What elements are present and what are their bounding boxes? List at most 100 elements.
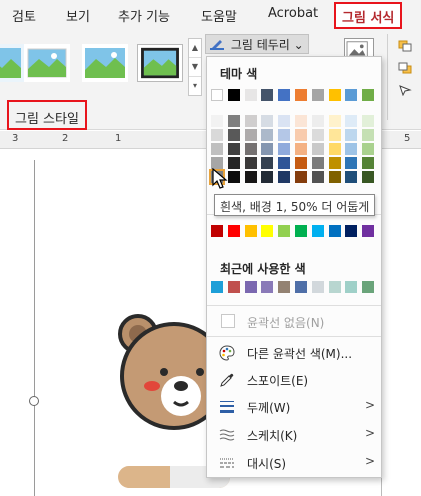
theme-shade-swatch[interactable] (261, 129, 274, 141)
theme-shade-swatch[interactable] (227, 129, 240, 141)
recent-color-swatch[interactable] (345, 281, 358, 293)
style-gallery-scroll[interactable]: ▲ ▼ ▾ (188, 38, 202, 96)
standard-color-swatch[interactable] (362, 225, 375, 237)
theme-shade-swatch[interactable] (362, 157, 375, 169)
theme-color-swatch[interactable] (362, 89, 375, 101)
eyedropper-item[interactable]: 스포이트(E) (207, 368, 381, 392)
standard-color-swatch[interactable] (211, 225, 223, 237)
theme-color-swatch[interactable] (211, 89, 223, 101)
picture-style-thumb-4[interactable] (137, 44, 183, 82)
theme-shade-swatch[interactable] (227, 115, 240, 127)
theme-shade-swatch[interactable] (211, 115, 223, 127)
picture-style-thumb-2[interactable] (24, 44, 70, 82)
theme-shade-swatch[interactable] (362, 129, 375, 141)
theme-shade-swatch[interactable] (261, 115, 274, 127)
theme-shade-swatch[interactable] (345, 115, 358, 127)
recent-color-swatch[interactable] (244, 281, 257, 293)
theme-shade-swatch[interactable] (345, 129, 358, 141)
picture-style-thumb-1[interactable] (0, 44, 24, 82)
theme-shade-swatch[interactable] (261, 157, 274, 169)
theme-shade-swatch[interactable] (278, 143, 291, 155)
picture-border-button[interactable]: 그림 테두리 ⌄ (205, 34, 309, 54)
arrange-back-icon[interactable] (398, 62, 412, 74)
theme-color-swatch[interactable] (261, 89, 274, 101)
theme-color-swatch[interactable] (311, 89, 324, 101)
theme-shade-swatch[interactable] (295, 115, 307, 127)
theme-shade-swatch[interactable] (295, 157, 307, 169)
theme-shade-swatch[interactable] (328, 115, 341, 127)
theme-shade-swatch[interactable] (311, 115, 324, 127)
recent-color-swatch[interactable] (311, 281, 324, 293)
tab-view[interactable]: 보기 (66, 6, 90, 25)
tab-acrobat[interactable]: Acrobat (268, 6, 318, 21)
theme-color-swatch[interactable] (278, 89, 291, 101)
recent-color-swatch[interactable] (278, 281, 291, 293)
gallery-more-icon[interactable]: ▾ (189, 77, 201, 96)
theme-shade-swatch[interactable] (362, 143, 375, 155)
standard-color-swatch[interactable] (345, 225, 358, 237)
theme-shade-swatch[interactable] (211, 129, 223, 141)
theme-shade-swatch[interactable] (311, 171, 324, 183)
theme-shade-swatch[interactable] (244, 157, 257, 169)
theme-shade-swatch[interactable] (278, 129, 291, 141)
theme-shade-swatch[interactable] (295, 143, 307, 155)
theme-color-swatch[interactable] (244, 89, 257, 101)
gallery-up-icon[interactable]: ▲ (189, 39, 201, 58)
theme-shade-swatch[interactable] (261, 171, 274, 183)
gallery-down-icon[interactable]: ▼ (189, 58, 201, 77)
theme-shade-swatch[interactable] (311, 143, 324, 155)
no-outline-item[interactable]: 윤곽선 없음(N) (207, 310, 381, 334)
theme-shade-swatch[interactable] (328, 143, 341, 155)
standard-color-swatch[interactable] (328, 225, 341, 237)
theme-shade-swatch[interactable] (244, 171, 257, 183)
recent-color-swatch[interactable] (261, 281, 274, 293)
dashes-item[interactable]: 대시(S) > (207, 451, 381, 475)
theme-color-swatch[interactable] (295, 89, 307, 101)
tab-help[interactable]: 도움말 (201, 6, 237, 25)
theme-shade-swatch[interactable] (278, 171, 291, 183)
theme-shade-swatch[interactable] (211, 143, 223, 155)
theme-shade-swatch[interactable] (311, 129, 324, 141)
theme-color-swatch[interactable] (345, 89, 358, 101)
more-outline-colors-item[interactable]: 다른 윤곽선 색(M)... (207, 341, 381, 365)
sketched-item[interactable]: 스케치(K) > (207, 423, 381, 447)
theme-shade-swatch[interactable] (345, 157, 358, 169)
resize-handle[interactable] (29, 396, 39, 406)
standard-color-swatch[interactable] (295, 225, 307, 237)
theme-shade-swatch[interactable] (295, 171, 307, 183)
theme-shade-swatch[interactable] (227, 157, 240, 169)
tab-picture-format[interactable]: 그림 서식 (334, 2, 403, 29)
theme-shade-swatch[interactable] (328, 171, 341, 183)
theme-shade-swatch[interactable] (328, 129, 341, 141)
recent-color-swatch[interactable] (362, 281, 375, 293)
picture-style-thumb-3[interactable] (82, 44, 128, 82)
theme-shade-swatch[interactable] (345, 171, 358, 183)
standard-color-swatch[interactable] (278, 225, 291, 237)
arrange-front-icon[interactable] (398, 40, 412, 52)
standard-color-swatch[interactable] (261, 225, 274, 237)
theme-shade-swatch[interactable] (345, 143, 358, 155)
theme-shade-swatch[interactable] (362, 115, 375, 127)
recent-color-swatch[interactable] (295, 281, 307, 293)
theme-shade-swatch[interactable] (244, 115, 257, 127)
theme-shade-swatch[interactable] (362, 171, 375, 183)
standard-color-swatch[interactable] (227, 225, 240, 237)
recent-color-swatch[interactable] (227, 281, 240, 293)
standard-color-swatch[interactable] (311, 225, 324, 237)
theme-shade-swatch[interactable] (278, 157, 291, 169)
theme-shade-swatch[interactable] (328, 157, 341, 169)
weight-item[interactable]: 두께(W) > (207, 395, 381, 419)
theme-shade-swatch[interactable] (227, 143, 240, 155)
tab-review[interactable]: 검토 (12, 6, 36, 25)
theme-color-swatch[interactable] (328, 89, 341, 101)
recent-color-swatch[interactable] (211, 281, 223, 293)
theme-shade-swatch[interactable] (244, 129, 257, 141)
theme-shade-swatch[interactable] (261, 143, 274, 155)
theme-shade-swatch[interactable] (227, 171, 240, 183)
theme-shade-swatch[interactable] (311, 157, 324, 169)
standard-color-swatch[interactable] (244, 225, 257, 237)
theme-shade-swatch[interactable] (244, 143, 257, 155)
recent-color-swatch[interactable] (328, 281, 341, 293)
theme-shade-swatch[interactable] (278, 115, 291, 127)
theme-color-swatch[interactable] (227, 89, 240, 101)
